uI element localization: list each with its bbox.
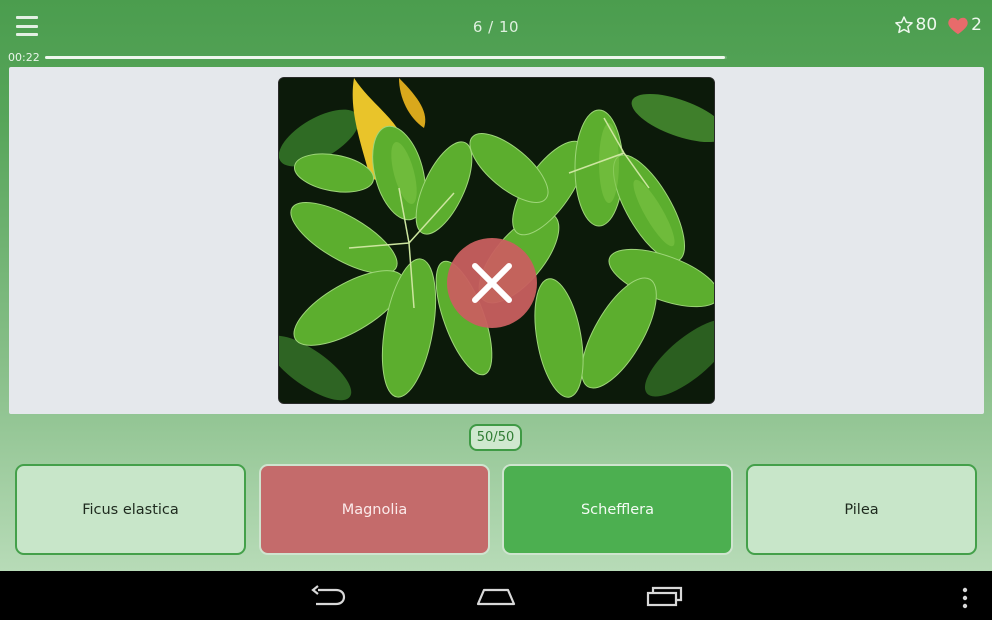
question-panel	[9, 67, 984, 414]
answer-option-2[interactable]: Magnolia	[259, 464, 490, 555]
plant-photo	[278, 77, 715, 404]
wrong-x-icon	[447, 238, 537, 328]
top-bar: 6 / 10 80 2	[0, 0, 992, 52]
back-icon[interactable]	[310, 585, 346, 611]
lives-count: 2	[971, 15, 982, 35]
recent-apps-icon[interactable]	[646, 585, 684, 611]
overflow-menu-icon[interactable]	[960, 587, 970, 613]
answer-options: Ficus elastica Magnolia Schefflera Pilea	[15, 464, 977, 556]
answer-option-4[interactable]: Pilea	[746, 464, 977, 555]
timer-bar	[45, 56, 727, 59]
fifty-fifty-counter[interactable]: 50/50	[469, 424, 522, 451]
system-nav-bar	[0, 571, 992, 620]
timer-text: 00:22	[8, 51, 40, 64]
timer-row: 00:22	[0, 50, 992, 66]
timer-bar-fill	[45, 56, 725, 59]
question-progress: 6 / 10	[472, 18, 520, 36]
score-stats: 80 2	[894, 15, 982, 35]
answer-option-3[interactable]: Schefflera	[502, 464, 733, 555]
heart-icon	[948, 17, 968, 35]
answer-option-1[interactable]: Ficus elastica	[15, 464, 246, 555]
star-icon	[894, 16, 913, 34]
home-icon[interactable]	[476, 585, 516, 611]
stars-count: 80	[915, 15, 938, 35]
